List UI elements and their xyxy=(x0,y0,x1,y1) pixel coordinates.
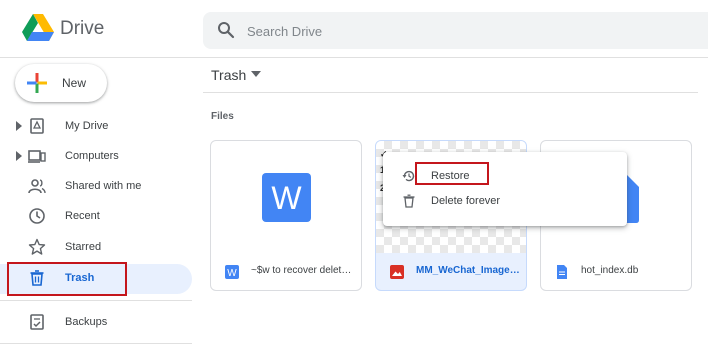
sidebar-divider xyxy=(0,343,192,344)
sidebar-item-label: Computers xyxy=(65,150,119,162)
my-drive-icon xyxy=(30,118,44,134)
clock-icon xyxy=(29,208,45,224)
svg-text:W: W xyxy=(227,268,237,279)
trash-icon xyxy=(403,194,415,208)
search-input[interactable] xyxy=(247,20,687,42)
sidebar-item-label: Shared with me xyxy=(65,180,142,192)
restore-icon xyxy=(402,170,415,182)
file-name: ~$w to recover deleted files.docx xyxy=(251,265,356,276)
new-button-label: New xyxy=(62,76,87,90)
page-title[interactable]: Trash xyxy=(211,67,246,83)
trash-highlight-box xyxy=(7,262,127,296)
file-card-footer[interactable]: hot_index.db xyxy=(541,253,691,290)
sidebar-item-label: Starred xyxy=(65,241,102,253)
menu-item-label: Delete forever xyxy=(431,195,501,207)
sidebar-item-shared-with-me[interactable]: Shared with me xyxy=(0,172,192,202)
star-icon xyxy=(28,238,46,255)
app-name: Drive xyxy=(60,18,105,39)
file-name: hot_index.db xyxy=(581,265,639,276)
shared-icon xyxy=(28,179,46,194)
file-card-footer[interactable]: MM_WeChat_Image.png xyxy=(376,253,526,290)
sidebar-item-starred[interactable]: Starred xyxy=(0,233,192,263)
caret-right-icon[interactable] xyxy=(16,121,22,131)
plus-icon xyxy=(27,73,47,93)
search-bar[interactable] xyxy=(203,12,708,49)
chevron-down-icon[interactable] xyxy=(251,71,261,77)
new-button[interactable]: New xyxy=(15,64,107,102)
search-icon[interactable] xyxy=(217,21,235,39)
file-card[interactable]: W W ~$w to recover deleted files.docx xyxy=(210,140,362,291)
sidebar-item-recent[interactable]: Recent xyxy=(0,202,192,232)
word-doc-icon: W xyxy=(225,265,239,279)
sidebar-item-computers[interactable]: Computers xyxy=(0,142,192,172)
backups-icon xyxy=(30,314,44,330)
section-label: Files xyxy=(211,111,234,122)
sidebar-item-label: My Drive xyxy=(65,120,109,132)
computers-icon xyxy=(28,150,46,163)
menu-item-delete-forever[interactable]: Delete forever xyxy=(383,189,627,213)
sidebar-item-backups[interactable]: Backups xyxy=(0,308,192,338)
file-preview[interactable]: W xyxy=(211,141,361,253)
top-bar: Drive xyxy=(0,0,708,58)
drive-logo-icon[interactable] xyxy=(22,14,54,42)
sidebar-item-my-drive[interactable]: My Drive xyxy=(0,112,192,142)
preview-letter: W xyxy=(271,180,302,216)
file-icon xyxy=(557,265,567,279)
word-doc-preview-icon: W xyxy=(262,173,311,222)
caret-right-icon[interactable] xyxy=(16,151,22,161)
toolbar-divider xyxy=(203,92,698,93)
file-name: MM_WeChat_Image.png xyxy=(416,265,521,276)
image-icon xyxy=(390,265,404,279)
sidebar-item-label: Backups xyxy=(65,316,108,328)
file-card-footer[interactable]: W ~$w to recover deleted files.docx xyxy=(211,253,361,290)
sidebar-divider xyxy=(0,300,192,301)
sidebar-item-label: Recent xyxy=(65,210,100,222)
restore-highlight-box xyxy=(415,162,489,185)
